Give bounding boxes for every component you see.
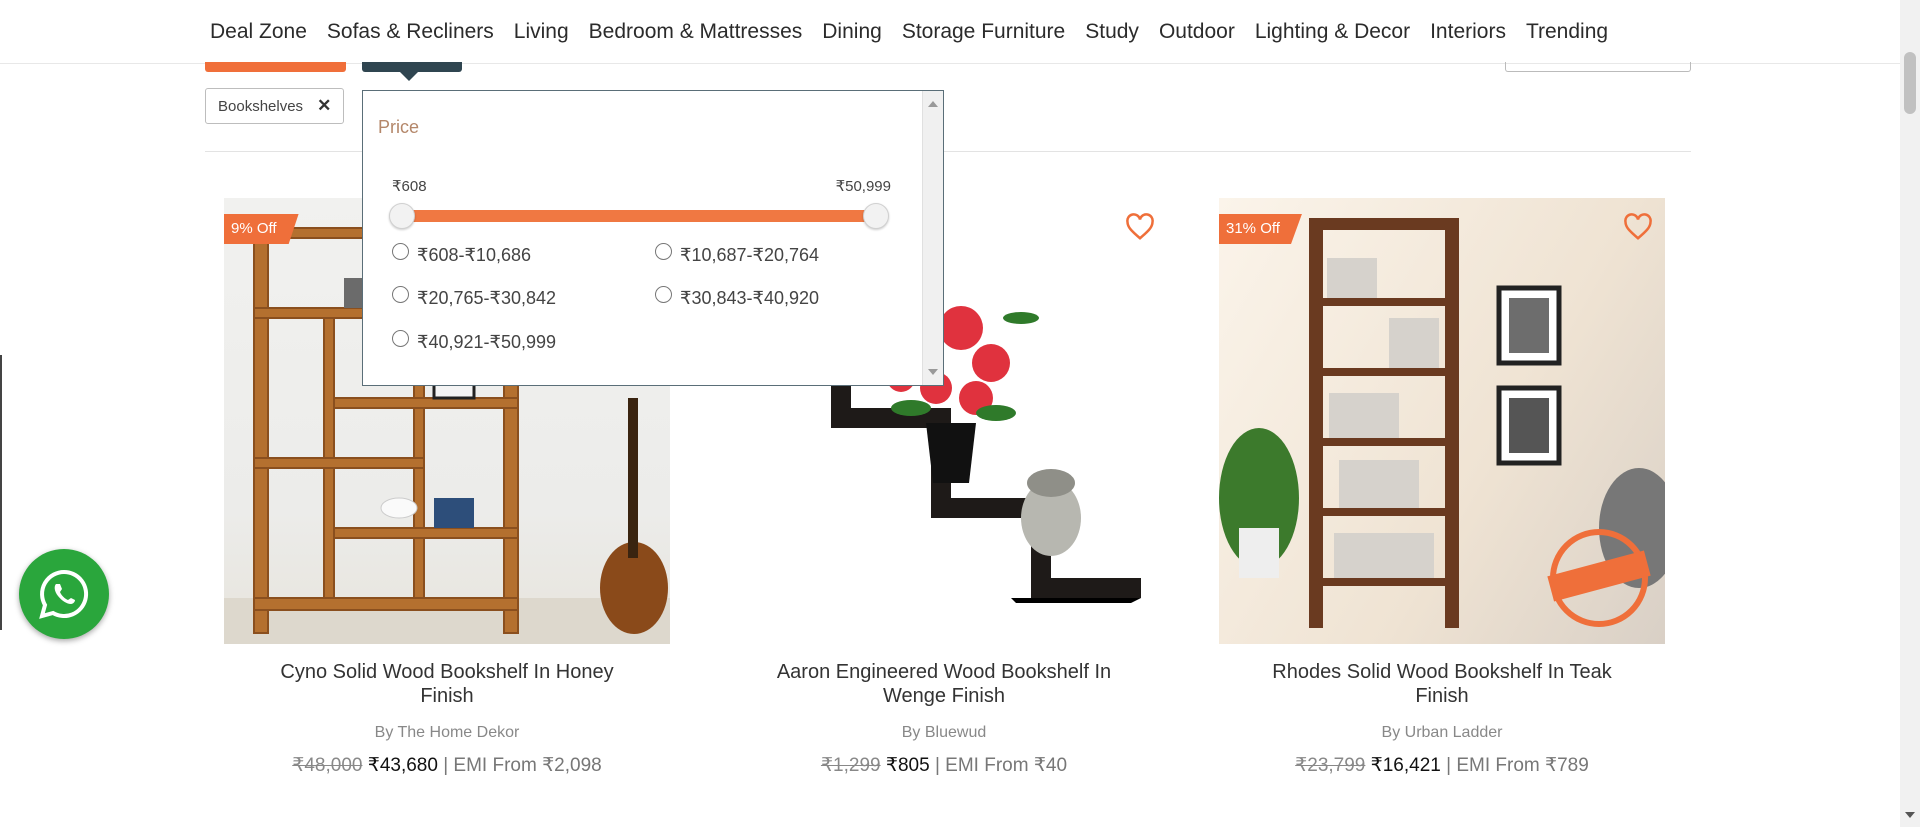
price-option-label: ₹608-₹10,686 bbox=[417, 245, 531, 265]
radio-button[interactable] bbox=[655, 286, 672, 303]
price-option[interactable]: ₹608-₹10,686 bbox=[392, 243, 531, 266]
product-sale-price: ₹805 bbox=[885, 755, 930, 776]
product-sale-price: ₹43,680 bbox=[367, 755, 438, 776]
discount-badge: 31% Off bbox=[1219, 214, 1302, 244]
price-option[interactable]: ₹30,843-₹40,920 bbox=[655, 286, 820, 309]
whatsapp-icon bbox=[39, 569, 89, 619]
page-scrollbar[interactable] bbox=[1900, 0, 1920, 827]
price-option-label: ₹40,921-₹50,999 bbox=[417, 332, 557, 352]
top-nav: Deal Zone Sofas & Recliners Living Bedro… bbox=[0, 0, 1900, 64]
price-slider-track[interactable] bbox=[401, 210, 871, 222]
product-brand: By Urban Ladder bbox=[1381, 724, 1503, 741]
nav-item-lighting-decor[interactable]: Lighting & Decor bbox=[1255, 20, 1410, 44]
heart-icon[interactable] bbox=[1125, 212, 1155, 242]
price-option-label: ₹10,687-₹20,764 bbox=[680, 245, 820, 265]
price-option-label: ₹30,843-₹40,920 bbox=[680, 288, 820, 308]
nav-item-study[interactable]: Study bbox=[1085, 20, 1139, 44]
price-slider-max-handle[interactable] bbox=[863, 203, 889, 229]
whatsapp-button[interactable] bbox=[19, 549, 109, 639]
product-emi: | EMI From ₹40 bbox=[934, 755, 1068, 776]
product-price: ₹1,299 ₹805 | EMI From ₹40 bbox=[721, 754, 1167, 777]
product-name[interactable]: Aaron Engineered Wood Bookshelf In Wenge… bbox=[721, 660, 1167, 708]
price-option[interactable]: ₹20,765-₹30,842 bbox=[392, 286, 557, 309]
price-option[interactable]: ₹40,921-₹50,999 bbox=[392, 330, 557, 353]
nav-item-storage-furniture[interactable]: Storage Furniture bbox=[902, 20, 1065, 44]
product-brand: By Bluewud bbox=[901, 724, 987, 741]
product-emi: | EMI From ₹2,098 bbox=[443, 755, 602, 776]
price-max-label: ₹50,999 bbox=[835, 178, 891, 195]
price-title: Price bbox=[378, 117, 420, 137]
heart-icon[interactable] bbox=[1623, 212, 1653, 242]
product-name[interactable]: Cyno Solid Wood Bookshelf In Honey Finis… bbox=[224, 660, 670, 708]
price-option[interactable]: ₹10,687-₹20,764 bbox=[655, 243, 820, 266]
scrollbar-thumb[interactable] bbox=[1904, 52, 1916, 114]
product-image[interactable]: 31% Off bbox=[1219, 198, 1665, 644]
product-card[interactable]: 31% Off Rhodes Solid Wood Bookshelf In T… bbox=[1219, 198, 1665, 777]
radio-button[interactable] bbox=[392, 243, 409, 260]
price-option-label: ₹20,765-₹30,842 bbox=[417, 288, 557, 308]
price-filter-button[interactable] bbox=[362, 62, 462, 81]
side-tab[interactable] bbox=[0, 355, 2, 630]
price-filter-popover: Price ₹608 ₹50,999 ₹608-₹10,686 ₹10,687-… bbox=[362, 90, 944, 386]
chip-label: Bookshelves bbox=[218, 97, 304, 115]
discount-badge: 9% Off bbox=[224, 214, 299, 244]
price-slider-min-handle[interactable] bbox=[389, 203, 415, 229]
close-icon[interactable]: ✕ bbox=[317, 96, 331, 116]
nav-item-deal-zone[interactable]: Deal Zone bbox=[210, 20, 307, 44]
product-name[interactable]: Rhodes Solid Wood Bookshelf In Teak Fini… bbox=[1219, 660, 1665, 708]
product-mrp: ₹23,799 bbox=[1295, 755, 1366, 776]
product-price: ₹23,799 ₹16,421 | EMI From ₹789 bbox=[1219, 754, 1665, 777]
popover-scrollbar[interactable] bbox=[922, 91, 943, 385]
radio-button[interactable] bbox=[392, 286, 409, 303]
sort-dropdown[interactable] bbox=[1505, 62, 1691, 72]
scroll-down-icon[interactable] bbox=[928, 369, 938, 380]
filter-button[interactable] bbox=[205, 62, 346, 72]
price-min-label: ₹608 bbox=[392, 178, 427, 195]
product-price: ₹48,000 ₹43,680 | EMI From ₹2,098 bbox=[224, 754, 670, 777]
product-brand: By The Home Dekor bbox=[374, 724, 520, 741]
radio-button[interactable] bbox=[392, 330, 409, 347]
nav-item-dining[interactable]: Dining bbox=[822, 20, 882, 44]
product-emi: | EMI From ₹789 bbox=[1446, 755, 1589, 776]
nav-item-sofas-recliners[interactable]: Sofas & Recliners bbox=[327, 20, 494, 44]
applied-filter-chip: Bookshelves ✕ bbox=[205, 88, 345, 124]
nav-item-interiors[interactable]: Interiors bbox=[1430, 20, 1506, 44]
product-mrp: ₹1,299 bbox=[820, 755, 881, 776]
product-sale-price: ₹16,421 bbox=[1370, 755, 1441, 776]
nav-item-living[interactable]: Living bbox=[514, 20, 569, 44]
nav-item-bedroom-mattresses[interactable]: Bedroom & Mattresses bbox=[589, 20, 803, 44]
scroll-up-icon[interactable] bbox=[928, 96, 938, 107]
product-mrp: ₹48,000 bbox=[292, 755, 363, 776]
nav-item-outdoor[interactable]: Outdoor bbox=[1159, 20, 1235, 44]
bookshelf-illustration bbox=[1219, 218, 1665, 628]
nav-item-trending[interactable]: Trending bbox=[1526, 20, 1608, 44]
radio-button[interactable] bbox=[655, 243, 672, 260]
scroll-down-icon[interactable] bbox=[1905, 812, 1915, 823]
